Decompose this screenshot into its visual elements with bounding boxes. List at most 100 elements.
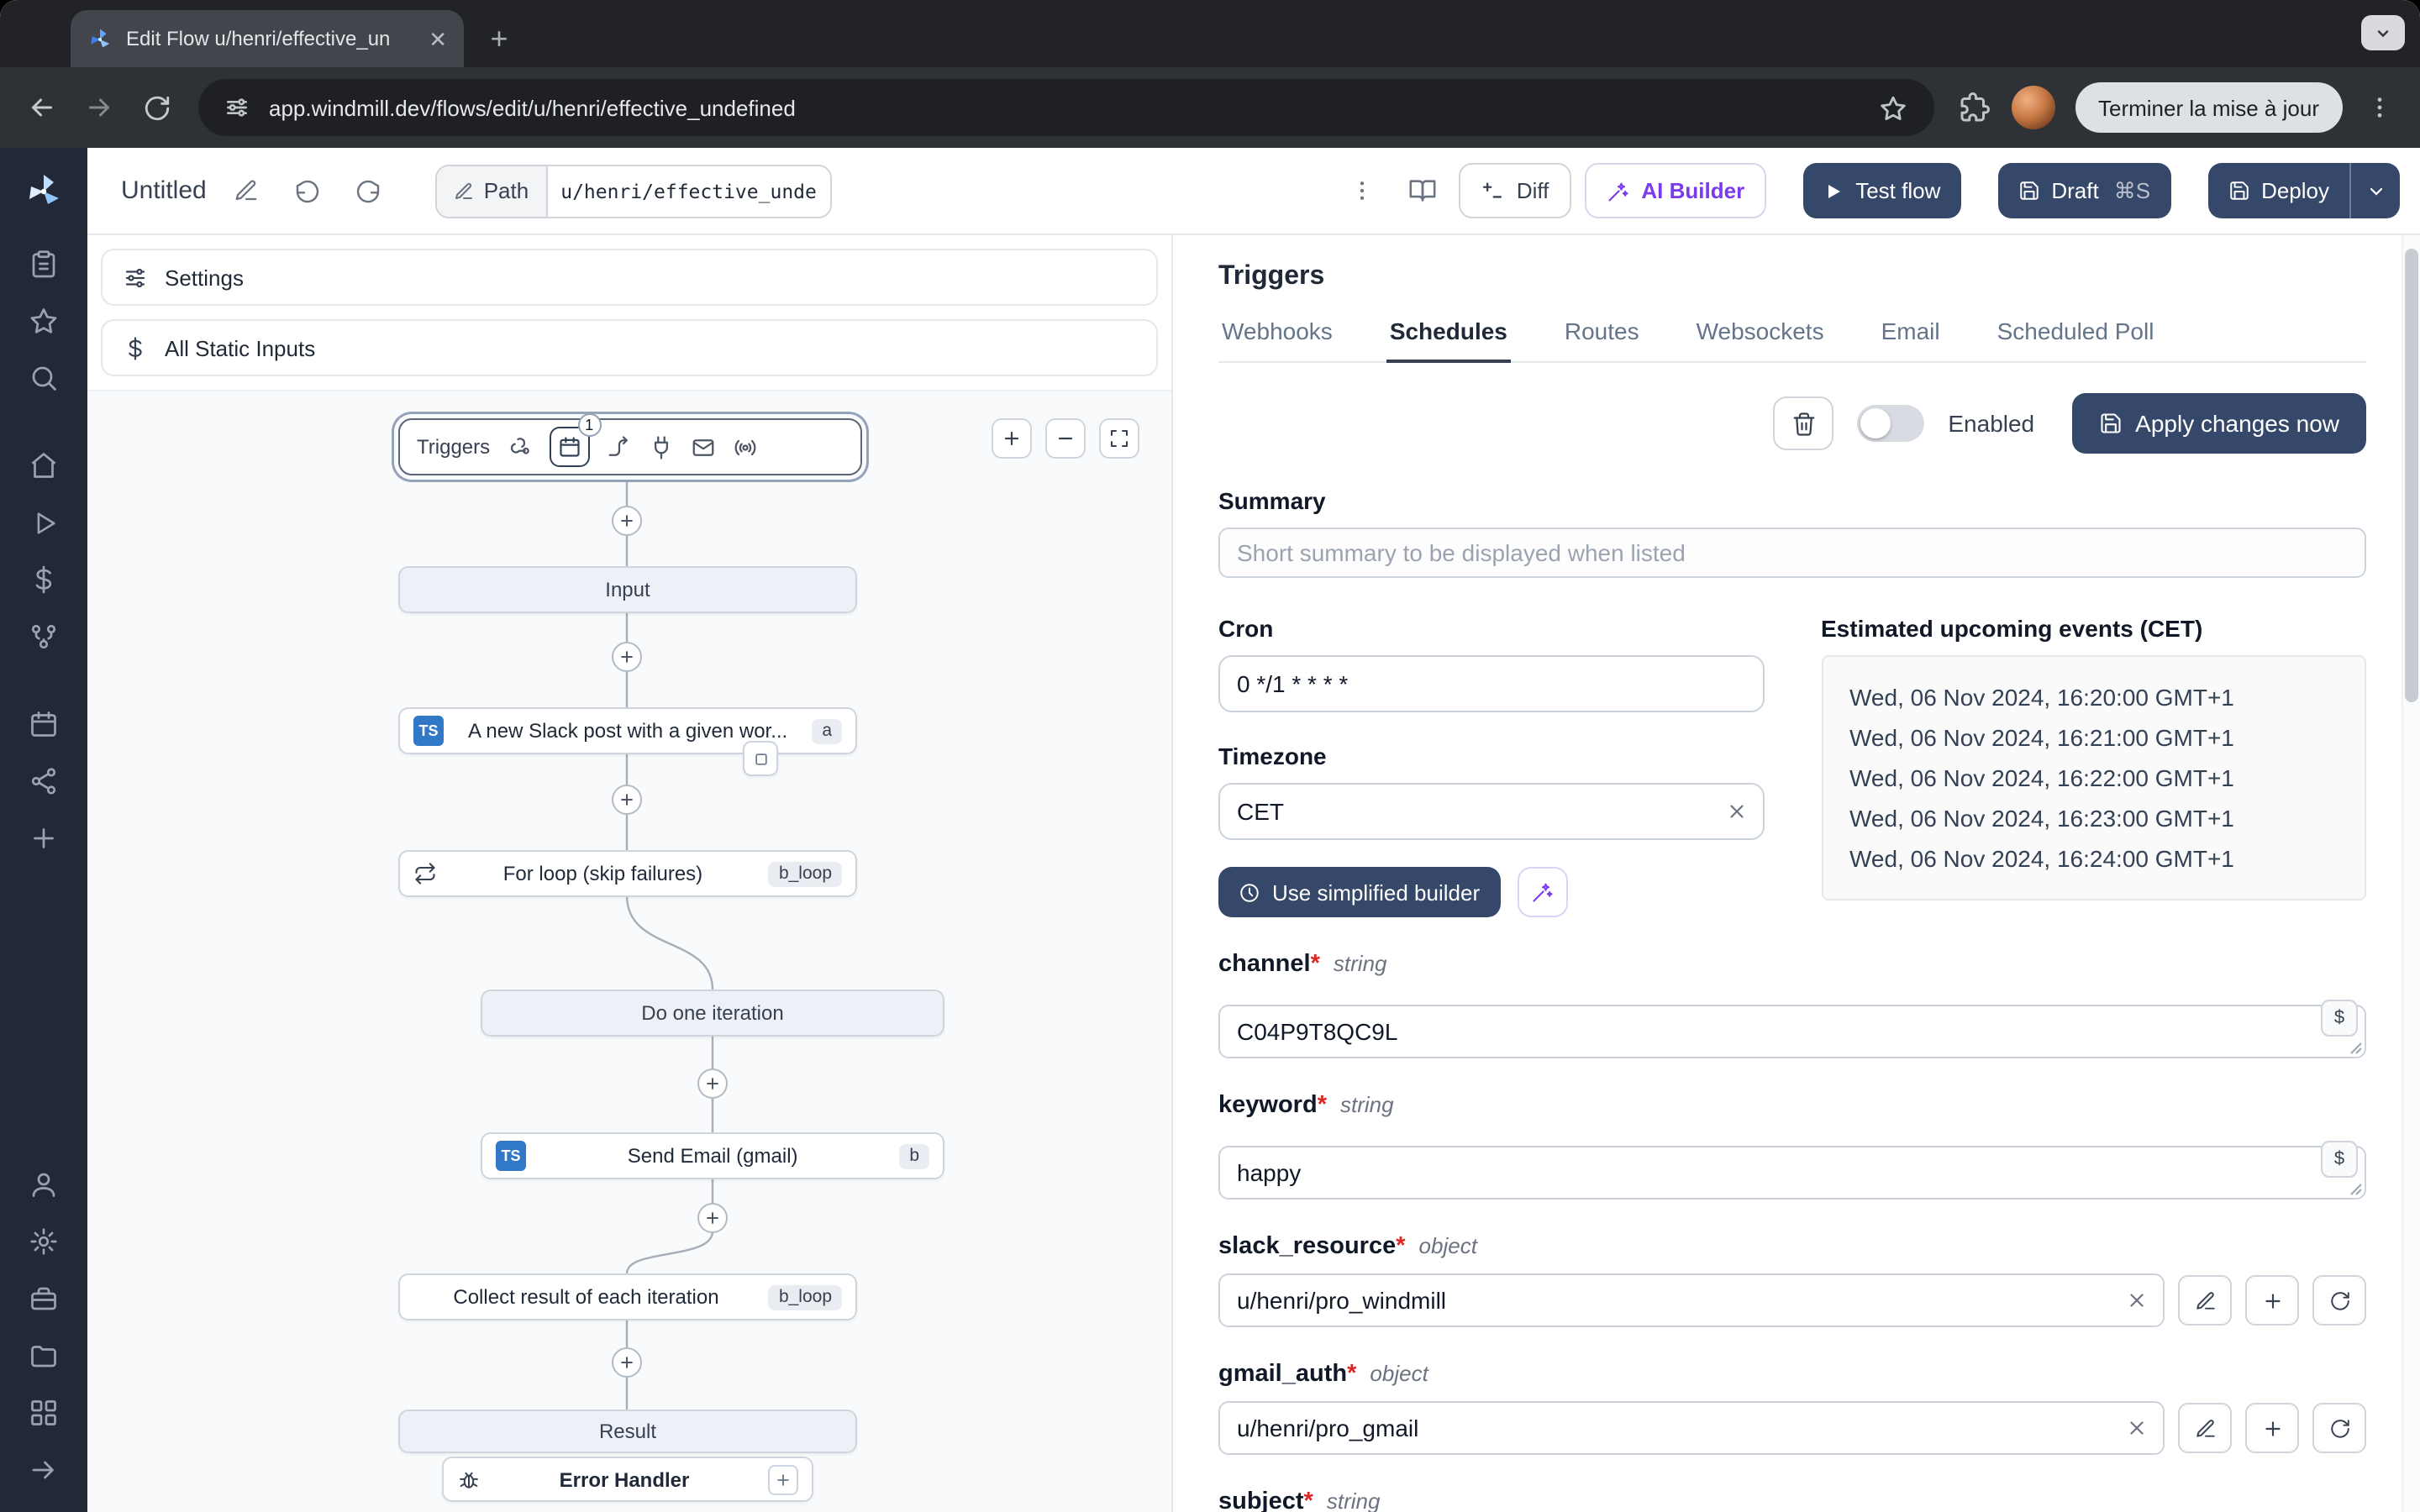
insert-variable-button[interactable]: $ [2321, 1000, 2358, 1037]
favorites-star-icon[interactable] [17, 296, 71, 346]
schedules-calendar-icon[interactable] [17, 699, 71, 749]
result-node[interactable]: Result [398, 1410, 857, 1453]
routes-icon[interactable] [606, 434, 631, 459]
clear-timezone-icon[interactable] [1725, 801, 1747, 822]
browser-tab[interactable]: Edit Flow u/henri/effective_un ✕ [71, 10, 464, 67]
create-plus-icon[interactable] [17, 813, 71, 864]
test-flow-button[interactable]: Test flow [1803, 163, 1961, 218]
insert-step-button[interactable] [612, 506, 642, 536]
keyword-input[interactable] [1218, 1146, 2366, 1200]
folders-icon[interactable] [17, 1331, 71, 1381]
zoom-in-button[interactable] [992, 418, 1032, 459]
workers-toolbox-icon[interactable] [17, 1273, 71, 1324]
cron-input[interactable] [1218, 655, 1764, 712]
apply-changes-button[interactable]: Apply changes now [2071, 393, 2366, 454]
resize-handle[interactable] [2349, 1183, 2363, 1196]
insert-step-button[interactable] [612, 642, 642, 672]
back-icon[interactable] [17, 82, 67, 133]
insert-step-button[interactable] [697, 1068, 728, 1099]
runs-play-icon[interactable] [17, 497, 71, 548]
tab-schedules[interactable]: Schedules [1386, 318, 1511, 363]
edit-title-pencil-icon[interactable] [224, 167, 271, 214]
apps-grid-icon[interactable] [17, 1388, 71, 1438]
insert-step-button[interactable] [612, 785, 642, 815]
insert-step-button[interactable] [697, 1203, 728, 1233]
do-one-iteration-node[interactable]: Do one iteration [481, 990, 944, 1037]
collect-result-node[interactable]: Collect result of each iteration b_loop [398, 1273, 857, 1320]
user-icon[interactable] [17, 1159, 71, 1210]
new-tab-button[interactable]: + [477, 17, 521, 60]
error-handler-node[interactable]: Error Handler [442, 1457, 813, 1502]
diff-button[interactable]: Diff [1459, 163, 1571, 218]
slack-step-node[interactable]: TS A new Slack post with a given wor... … [398, 707, 857, 754]
redo-icon[interactable] [345, 167, 392, 214]
edit-resource-button[interactable] [2178, 1275, 2232, 1326]
enabled-toggle[interactable] [1857, 405, 1925, 442]
profile-avatar[interactable] [2011, 86, 2054, 129]
deploy-caret-icon[interactable] [2349, 163, 2400, 218]
summary-input[interactable] [1218, 528, 2366, 578]
path-input[interactable] [547, 165, 830, 216]
forloop-node[interactable]: For loop (skip failures) b_loop [398, 850, 857, 897]
tab-email[interactable]: Email [1878, 318, 1944, 361]
gmail-auth-input[interactable] [1218, 1401, 2165, 1455]
tab-websockets[interactable]: Websockets [1693, 318, 1828, 361]
email-trigger-icon[interactable] [690, 434, 715, 459]
runs-list-icon[interactable] [17, 239, 71, 289]
scheduled-poll-icon[interactable] [732, 434, 757, 459]
extensions-icon[interactable] [1950, 84, 1997, 131]
clear-resource-icon[interactable] [2126, 1289, 2148, 1311]
error-handler-add-icon[interactable] [768, 1464, 798, 1494]
search-icon[interactable] [17, 353, 71, 403]
browser-menu-kebab-icon[interactable] [2356, 84, 2403, 131]
tab-webhooks[interactable]: Webhooks [1218, 318, 1336, 361]
all-static-inputs-row[interactable]: All Static Inputs [101, 319, 1158, 376]
ai-cron-wand-button[interactable] [1517, 867, 1568, 917]
browser-update-button[interactable]: Terminer la mise à jour [2075, 82, 2343, 133]
step-asset-square-icon[interactable] [743, 741, 778, 776]
forward-icon[interactable] [74, 82, 124, 133]
expand-sidebar-arrow-icon[interactable] [17, 1445, 71, 1495]
undo-icon[interactable] [284, 167, 331, 214]
resources-hub-icon[interactable] [17, 612, 71, 662]
clear-resource-icon[interactable] [2126, 1417, 2148, 1439]
refresh-resource-button[interactable] [2312, 1275, 2366, 1326]
scrollbar-thumb[interactable] [2404, 249, 2417, 702]
resize-handle[interactable] [2349, 1042, 2363, 1055]
timezone-input[interactable] [1218, 783, 1764, 840]
settings-gear-icon[interactable] [17, 1216, 71, 1267]
fit-view-button[interactable] [1099, 418, 1139, 459]
edit-resource-button[interactable] [2178, 1403, 2232, 1453]
tab-routes[interactable]: Routes [1561, 318, 1643, 361]
zoom-out-button[interactable] [1045, 418, 1086, 459]
reload-icon[interactable] [131, 82, 182, 133]
add-resource-button[interactable] [2245, 1275, 2299, 1326]
add-resource-button[interactable] [2245, 1403, 2299, 1453]
input-node[interactable]: Input [398, 566, 857, 613]
tab-search-chevron-icon[interactable] [2361, 15, 2405, 50]
channel-input[interactable] [1218, 1005, 2366, 1058]
more-options-kebab-icon[interactable] [1339, 167, 1386, 214]
insert-variable-button[interactable]: $ [2321, 1141, 2358, 1178]
flow-canvas[interactable]: Triggers 1 Input TS A new Slack post wit… [87, 390, 1171, 1512]
settings-row[interactable]: Settings [101, 249, 1158, 306]
panel-scrollbar[interactable] [2402, 235, 2420, 1512]
schedule-trigger-selected[interactable]: 1 [549, 413, 602, 467]
refresh-resource-button[interactable] [2312, 1403, 2366, 1453]
ai-builder-button[interactable]: AI Builder [1584, 163, 1767, 218]
draft-button[interactable]: Draft ⌘S [1997, 163, 2171, 218]
send-email-node[interactable]: TS Send Email (gmail) b [481, 1132, 944, 1179]
triggers-bar-node[interactable]: Triggers 1 [398, 413, 862, 475]
bookmark-star-icon[interactable] [1876, 91, 1910, 124]
url-bar[interactable]: app.windmill.dev/flows/edit/u/henri/effe… [198, 79, 1933, 136]
home-icon[interactable] [17, 440, 71, 491]
simplified-builder-button[interactable]: Use simplified builder [1218, 867, 1501, 917]
windmill-logo[interactable] [24, 171, 64, 212]
websockets-icon[interactable] [648, 434, 673, 459]
delete-schedule-button[interactable] [1773, 396, 1834, 450]
triggers-share-icon[interactable] [17, 756, 71, 806]
slack-resource-input[interactable] [1218, 1273, 2165, 1327]
webhook-icon[interactable] [507, 434, 532, 459]
variables-dollar-icon[interactable] [17, 554, 71, 605]
deploy-button[interactable]: Deploy [2207, 163, 2349, 218]
